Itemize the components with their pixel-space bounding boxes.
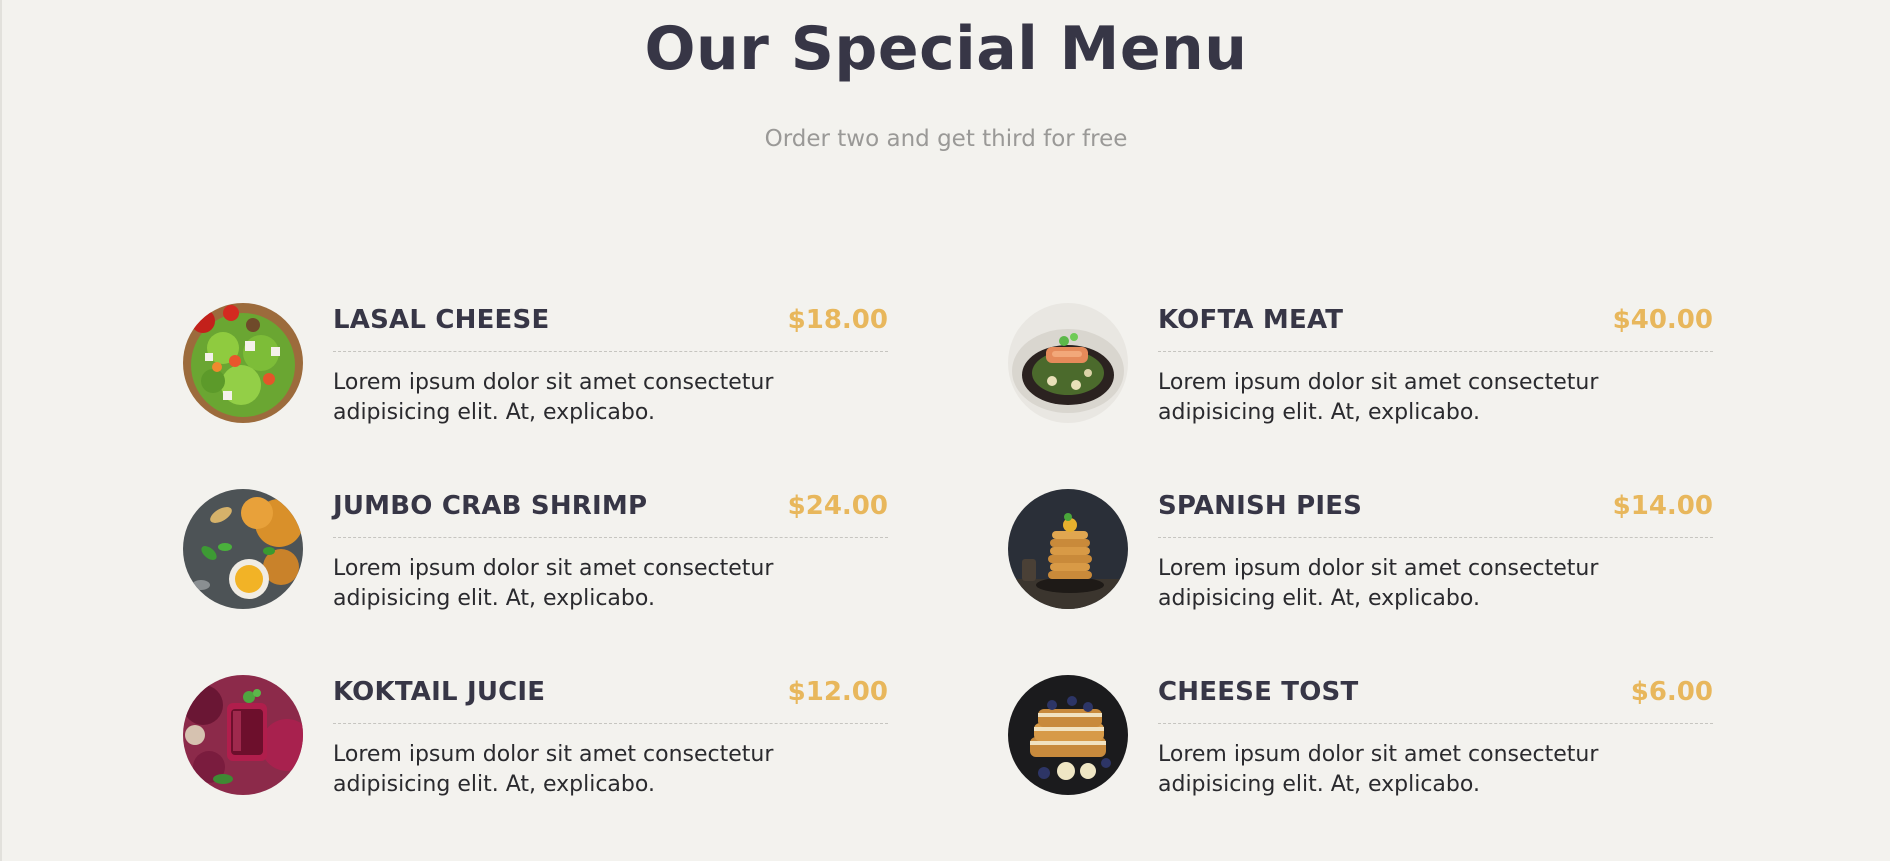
menu-item-name: LASAL CHEESE — [333, 305, 550, 335]
menu-item-name: CHEESE TOST — [1158, 677, 1359, 707]
menu-item-price: $40.00 — [1612, 305, 1713, 335]
menu-item[interactable]: KOFTA MEAT $40.00 Lorem ipsum dolor sit … — [1008, 303, 1713, 427]
menu-item-description: Lorem ipsum dolor sit amet consectetur a… — [1158, 370, 1599, 425]
page-title: Our Special Menu — [644, 14, 1248, 84]
menu-item-price: $6.00 — [1630, 677, 1713, 707]
menu-item-price: $12.00 — [787, 677, 888, 707]
menu-item[interactable]: CHEESE TOST $6.00 Lorem ipsum dolor sit … — [1008, 675, 1713, 799]
divider — [1158, 351, 1713, 352]
menu-item-price: $18.00 — [787, 305, 888, 335]
menu-section: Our Special Menu Order two and get third… — [0, 0, 1890, 861]
menu-item-description: Lorem ipsum dolor sit amet consectetur a… — [1158, 556, 1599, 611]
menu-item-description: Lorem ipsum dolor sit amet consectetur a… — [1158, 742, 1599, 797]
menu-item-name: KOKTAIL JUCIE — [333, 677, 546, 707]
salad-image — [183, 303, 303, 423]
salmon-dish-image — [1008, 303, 1128, 423]
menu-item[interactable]: KOKTAIL JUCIE $12.00 Lorem ipsum dolor s… — [183, 675, 888, 799]
menu-item[interactable]: LASAL CHEESE $18.00 Lorem ipsum dolor si… — [183, 303, 888, 427]
page-subtitle: Order two and get third for free — [764, 126, 1128, 152]
menu-item-description: Lorem ipsum dolor sit amet consectetur a… — [333, 370, 774, 425]
pancake-stack-image — [1008, 489, 1128, 609]
french-toast-image — [1008, 675, 1128, 795]
menu-item-description: Lorem ipsum dolor sit amet consectetur a… — [333, 742, 774, 797]
menu-item-name: JUMBO CRAB SHRIMP — [333, 491, 648, 521]
menu-item-name: SPANISH PIES — [1158, 491, 1363, 521]
menu-item-price: $24.00 — [787, 491, 888, 521]
divider — [333, 723, 888, 724]
menu-header: Our Special Menu Order two and get third… — [2, 0, 1890, 154]
shrimp-platter-image — [183, 489, 303, 609]
divider — [333, 537, 888, 538]
menu-item[interactable]: SPANISH PIES $14.00 Lorem ipsum dolor si… — [1008, 489, 1713, 613]
divider — [1158, 537, 1713, 538]
beet-juice-image — [183, 675, 303, 795]
menu-item-name: KOFTA MEAT — [1158, 305, 1344, 335]
menu-item[interactable]: JUMBO CRAB SHRIMP $24.00 Lorem ipsum dol… — [183, 489, 888, 613]
menu-item-price: $14.00 — [1612, 491, 1713, 521]
divider — [1158, 723, 1713, 724]
menu-item-description: Lorem ipsum dolor sit amet consectetur a… — [333, 556, 774, 611]
divider — [333, 351, 888, 352]
